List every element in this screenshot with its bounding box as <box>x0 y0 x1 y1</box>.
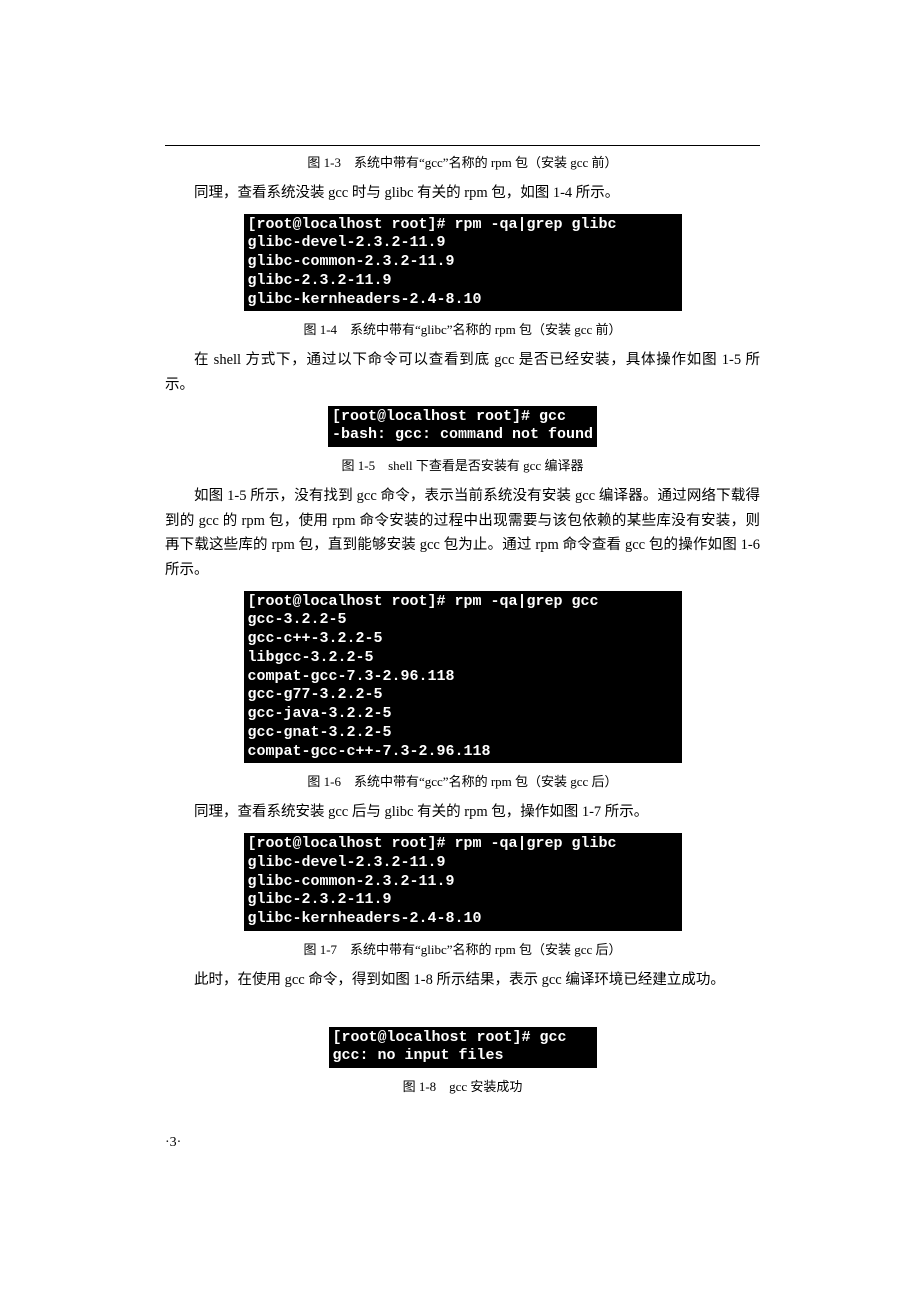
terminal-output-1-4: [root@localhost root]# rpm -qa|grep glib… <box>244 214 682 312</box>
paragraph: 同理，查看系统安装 gcc 后与 glibc 有关的 rpm 包，操作如图 1-… <box>165 800 760 825</box>
terminal-output-1-5: [root@localhost root]# gcc -bash: gcc: c… <box>328 406 597 448</box>
terminal-output-1-7: [root@localhost root]# rpm -qa|grep glib… <box>244 833 682 931</box>
paragraph: 此时，在使用 gcc 命令，得到如图 1-8 所示结果，表示 gcc 编译环境已… <box>165 968 760 993</box>
terminal-output-1-8: [root@localhost root]# gcc gcc: no input… <box>329 1027 597 1069</box>
page: 图 1-3 系统中带有“gcc”名称的 rpm 包（安装 gcc 前） 同理，查… <box>0 0 920 1302</box>
figure-caption-1-6: 图 1-6 系统中带有“gcc”名称的 rpm 包（安装 gcc 后） <box>165 771 760 790</box>
terminal-output-1-6: [root@localhost root]# rpm -qa|grep gcc … <box>244 591 682 764</box>
figure-caption-1-8: 图 1-8 gcc 安装成功 <box>165 1076 760 1095</box>
paragraph: 如图 1-5 所示，没有找到 gcc 命令，表示当前系统没有安装 gcc 编译器… <box>165 484 760 583</box>
figure-caption-1-3: 图 1-3 系统中带有“gcc”名称的 rpm 包（安装 gcc 前） <box>165 152 760 171</box>
figure-caption-1-4: 图 1-4 系统中带有“glibc”名称的 rpm 包（安装 gcc 前） <box>165 319 760 338</box>
figure-caption-1-5: 图 1-5 shell 下查看是否安装有 gcc 编译器 <box>165 455 760 474</box>
header-rule <box>165 145 760 146</box>
paragraph: 在 shell 方式下，通过以下命令可以查看到底 gcc 是否已经安装，具体操作… <box>165 348 760 397</box>
figure-caption-1-7: 图 1-7 系统中带有“glibc”名称的 rpm 包（安装 gcc 后） <box>165 939 760 958</box>
paragraph: 同理，查看系统没装 gcc 时与 glibc 有关的 rpm 包，如图 1-4 … <box>165 181 760 206</box>
page-number: ·3· <box>165 1135 760 1151</box>
